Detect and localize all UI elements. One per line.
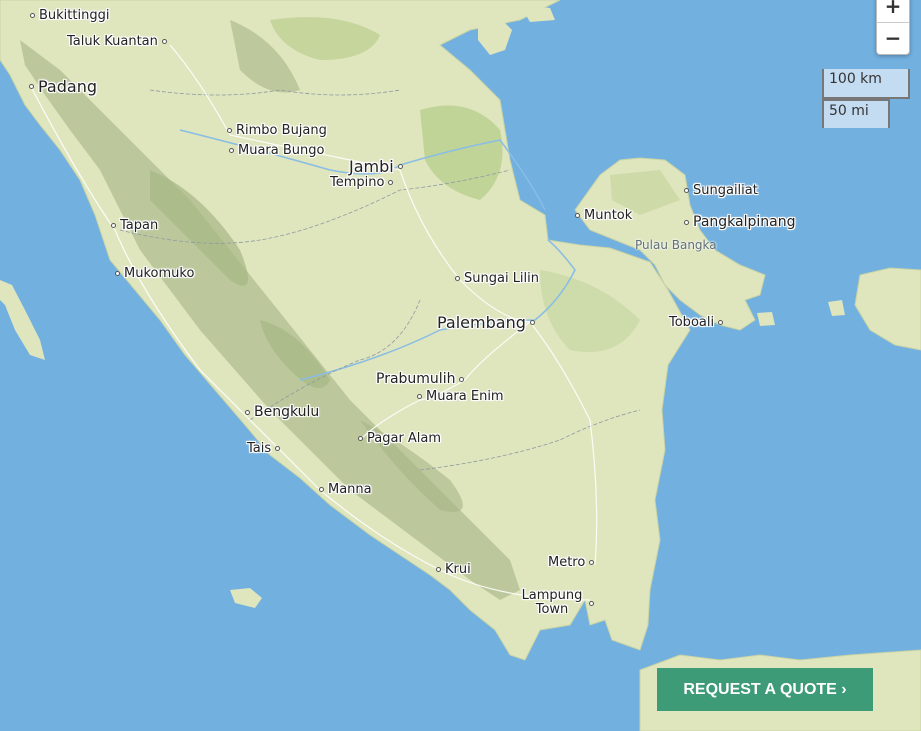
scale-km: 100 km [822,69,910,99]
city-palembang[interactable]: Palembang [437,313,535,332]
city-label: Rimbo Bujang [236,123,327,138]
city-prabumulih[interactable]: Prabumulih [376,371,465,387]
city-marker-icon [358,436,363,441]
zoom-in-button[interactable]: + [877,0,909,22]
enggano-island [230,588,262,608]
city-sungailiat[interactable]: Sungailiat [684,183,758,198]
city-marker-icon [684,219,689,225]
city-pagar-alam[interactable]: Pagar Alam [358,431,441,446]
map-canvas[interactable]: Bukittinggi Taluk Kuantan Padang Rimbo B… [0,0,921,731]
west-islet [0,280,45,360]
city-tempino[interactable]: Tempino [330,175,394,190]
city-label: Tapan [120,218,159,233]
city-label: Bengkulu [254,404,320,420]
city-taluk-kuantan[interactable]: Taluk Kuantan [67,34,167,49]
city-jambi[interactable]: Jambi [349,157,403,176]
city-marker-icon [115,271,120,276]
city-lampung-town[interactable]: Lampung Town [519,589,594,617]
city-krui[interactable]: Krui [436,562,471,577]
city-marker-icon [111,223,116,228]
city-bukittinggi[interactable]: Bukittinggi [30,8,109,23]
city-bengkulu[interactable]: Bengkulu [245,404,319,420]
city-marker-icon [245,409,250,415]
city-marker-icon [319,487,324,492]
city-tapan[interactable]: Tapan [111,218,158,233]
city-marker-icon [589,600,594,606]
city-marker-icon [275,446,281,451]
city-muntok[interactable]: Muntok [575,208,632,223]
city-label: Muntok [584,208,633,223]
city-pangkalpinang[interactable]: Pangkalpinang [684,214,795,230]
island-riau-2 [520,5,555,22]
city-marker-icon [229,148,234,153]
city-label: Pangkalpinang [693,214,796,230]
islet-1 [828,300,845,316]
city-marker-icon [436,567,441,572]
city-label: Palembang [437,313,526,332]
city-label: Mukomuko [124,266,195,281]
city-padang[interactable]: Padang [29,77,97,96]
city-label: Muara Enim [426,389,504,404]
city-muara-bungo[interactable]: Muara Bungo [229,143,324,158]
city-label: Padang [38,77,97,96]
city-rimbo-bujang[interactable]: Rimbo Bujang [227,123,327,138]
city-marker-icon [459,376,465,382]
city-label: Sungai Lilin [464,271,540,286]
city-tais[interactable]: Tais [247,441,281,456]
city-marker-icon [397,164,403,169]
city-marker-icon [29,84,34,89]
city-marker-icon [161,39,167,44]
city-label: Prabumulih [376,371,456,387]
city-label: Metro [548,555,586,570]
basemap [0,0,921,731]
city-label: Manna [328,482,372,497]
city-muara-enim[interactable]: Muara Enim [417,389,504,404]
city-label: Sungailiat [693,183,758,198]
city-marker-icon [718,320,724,325]
region-label-bangka: Pulau Bangka [635,238,717,252]
city-label: Muara Bungo [238,143,325,158]
city-label: Jambi [349,157,394,176]
city-marker-icon [684,188,689,193]
belitung-island [854,267,921,351]
islet-2 [757,312,775,326]
city-marker-icon [417,394,422,399]
city-label: Taluk Kuantan [67,34,158,49]
island-riau [478,18,512,55]
scale-mi: 50 mi [822,99,890,128]
zoom-control: + − [876,0,910,55]
city-marker-icon [589,560,595,565]
city-manna[interactable]: Manna [319,482,372,497]
request-quote-button[interactable]: REQUEST A QUOTE › [657,668,873,711]
city-metro[interactable]: Metro [548,555,595,570]
city-label: Tempino [330,175,385,190]
city-label: Krui [445,562,471,577]
zoom-out-button[interactable]: − [877,22,909,54]
city-toboali[interactable]: Toboali [669,315,724,330]
city-marker-icon [30,13,35,18]
city-label: Pagar Alam [367,431,442,446]
city-label: Bukittinggi [39,8,110,23]
city-marker-icon [575,213,580,218]
city-marker-icon [455,276,460,281]
city-sungai-lilin[interactable]: Sungai Lilin [455,271,539,286]
city-marker-icon [227,128,232,133]
city-label: Lampung Town [521,588,583,617]
city-marker-icon [388,180,394,185]
city-label: Toboali [669,315,715,330]
city-marker-icon [529,320,535,325]
city-mukomuko[interactable]: Mukomuko [115,266,194,281]
city-label: Tais [247,441,272,456]
